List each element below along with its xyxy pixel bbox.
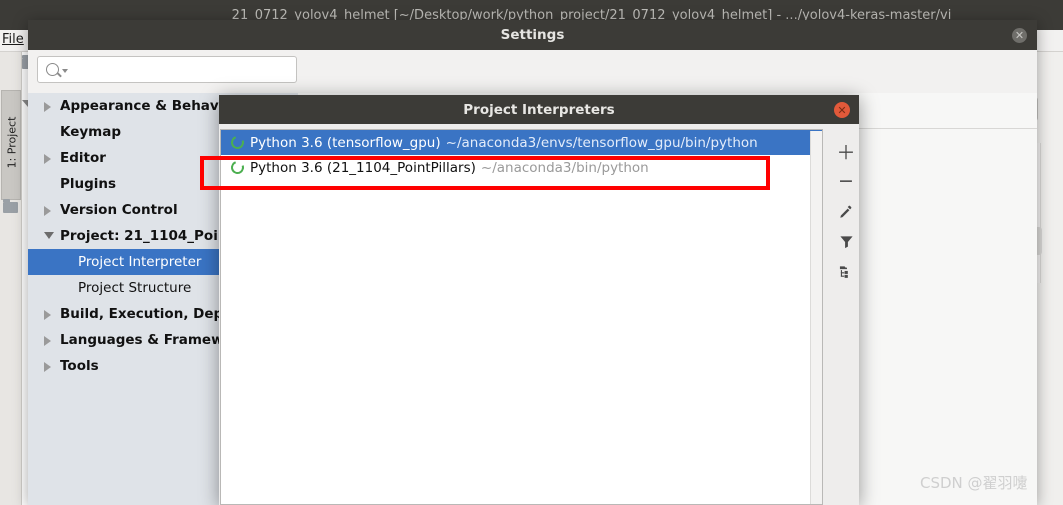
python-interpreter-icon xyxy=(228,133,247,152)
chevron-down-icon xyxy=(62,69,68,73)
edit-pencil-icon[interactable] xyxy=(834,197,858,225)
sidebar-item-label: Keymap xyxy=(60,124,122,140)
chevron-right-icon[interactable] xyxy=(44,362,51,372)
show-paths-icon[interactable] xyxy=(834,257,858,285)
interpreters-content: Python 3.6 (tensorflow_gpu) ~/anaconda3/e… xyxy=(219,124,859,505)
settings-title: Settings xyxy=(500,27,565,43)
chevron-right-icon[interactable] xyxy=(44,310,51,320)
sidebar-item-label: Plugins xyxy=(60,176,117,192)
sidebar-item-label: Project Interpreter xyxy=(78,254,202,270)
filter-icon[interactable] xyxy=(834,227,858,255)
folder-icon xyxy=(3,199,18,213)
python-interpreter-icon xyxy=(228,158,247,177)
interpreters-title: Project Interpreters xyxy=(463,101,615,118)
search-icon xyxy=(46,63,59,76)
close-icon[interactable]: ✕ xyxy=(1012,28,1027,43)
remove-icon[interactable]: − xyxy=(834,167,858,195)
tool-window-tab-project[interactable]: 1: Project xyxy=(1,90,21,200)
sidebar-item-label: Tools xyxy=(60,358,99,374)
interpreter-name: Python 3.6 (tensorflow_gpu) xyxy=(250,134,441,151)
scrollbar[interactable] xyxy=(810,131,822,504)
chevron-right-icon[interactable] xyxy=(44,336,51,346)
menu-file-label: File xyxy=(2,32,24,47)
interpreter-path: ~/anaconda3/bin/python xyxy=(480,159,649,176)
chevron-right-icon[interactable] xyxy=(44,206,51,216)
interpreter-name: Python 3.6 (21_1104_PointPillars) xyxy=(250,159,476,176)
screenshot-root: 21_0712_yolov4_helmet [~/Desktop/work/py… xyxy=(0,0,1063,505)
chevron-down-icon[interactable] xyxy=(44,232,54,239)
tool-window-tab-label: 1: Project xyxy=(5,116,19,169)
list-item[interactable]: Python 3.6 (tensorflow_gpu) ~/anaconda3/e… xyxy=(221,130,822,155)
sidebar-item-label: Editor xyxy=(60,150,106,166)
chevron-right-icon[interactable] xyxy=(44,102,51,112)
add-icon[interactable]: ＋ xyxy=(834,137,858,165)
interpreter-list-toolbar: ＋ − xyxy=(829,129,859,505)
close-icon[interactable]: ✕ xyxy=(834,102,850,118)
search-input[interactable] xyxy=(37,56,297,83)
project-interpreters-dialog: Project Interpreters ✕ Python 3.6 (tenso… xyxy=(219,95,859,505)
watermark: CSDN @翟羽嚔 xyxy=(920,474,1028,492)
interpreter-path: ~/anaconda3/envs/tensorflow_gpu/bin/pyth… xyxy=(445,134,758,151)
edit-pencil-icon xyxy=(839,205,851,218)
show-paths-icon xyxy=(839,265,848,278)
sidebar-item-label: Project Structure xyxy=(78,280,192,296)
chevron-right-icon[interactable] xyxy=(44,154,51,164)
settings-title-bar: Settings ✕ xyxy=(28,20,1037,50)
filter-icon xyxy=(839,235,853,248)
sidebar-item-label: Appearance & Behavior xyxy=(60,98,240,114)
interpreter-list[interactable]: Python 3.6 (tensorflow_gpu) ~/anaconda3/e… xyxy=(220,129,823,505)
menu-file[interactable]: File xyxy=(2,32,24,47)
interpreters-title-bar: Project Interpreters ✕ xyxy=(219,95,859,124)
list-item[interactable]: Python 3.6 (21_1104_PointPillars) ~/anaco… xyxy=(221,155,822,180)
